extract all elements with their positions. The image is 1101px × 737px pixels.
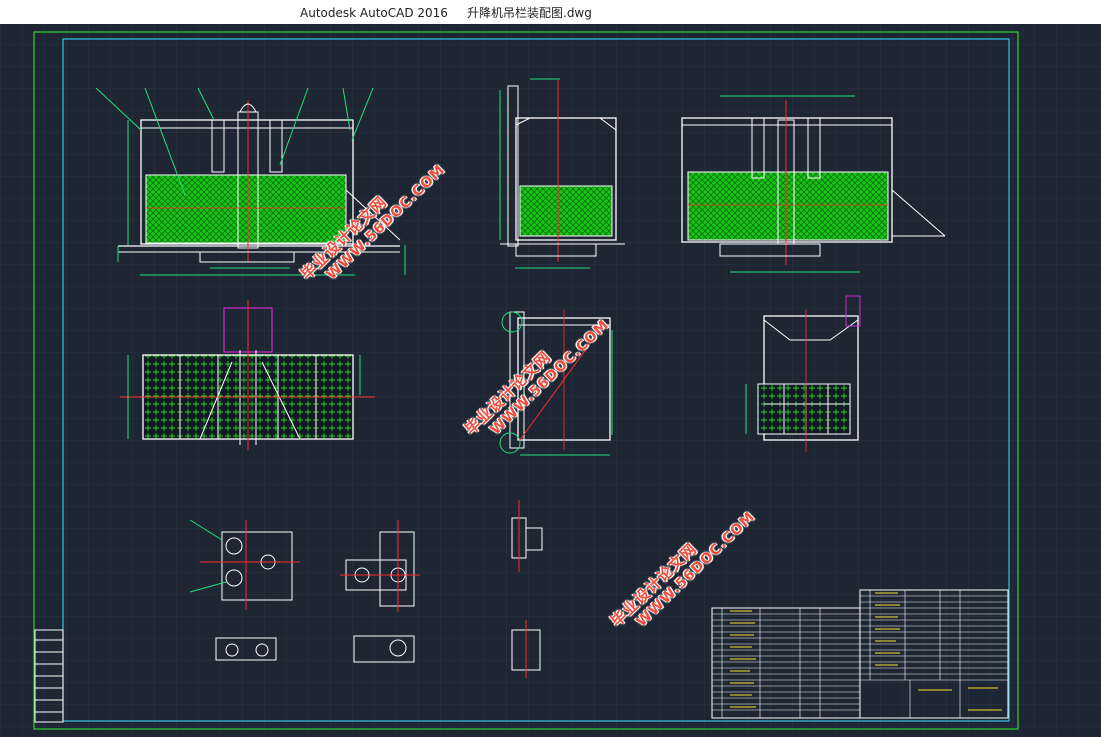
drawing-canvas[interactable]: 毕业设计论文网 WWW.56DOC.COM 毕业设计论文网 WWW.56DOC.… xyxy=(0,24,1101,733)
title-bar: Autodesk AutoCAD 2016 升降机吊栏装配图.dwg xyxy=(0,0,1101,24)
window-title: Autodesk AutoCAD 2016 升降机吊栏装配图.dwg xyxy=(300,6,592,20)
